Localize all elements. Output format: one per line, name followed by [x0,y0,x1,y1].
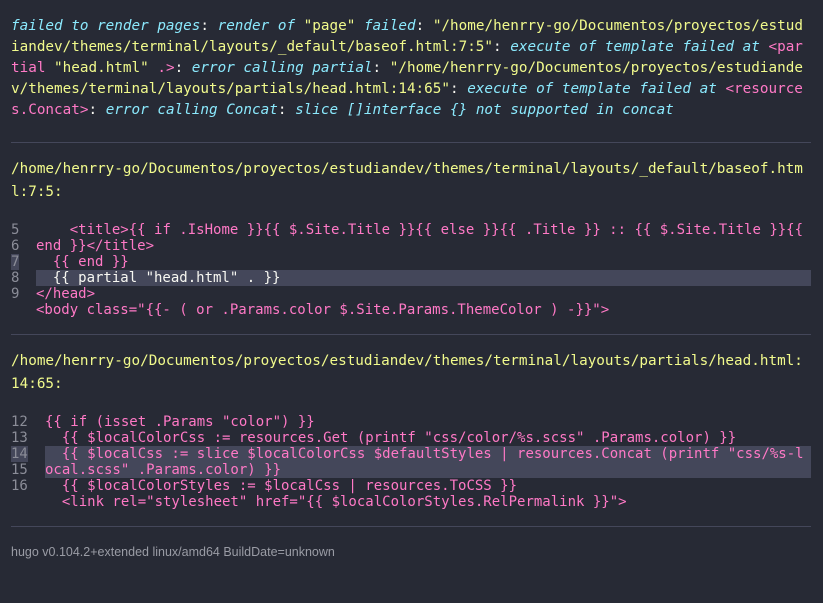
code-line: <body class="{{- ( or .Params.color $.Si… [36,302,610,318]
divider [11,142,811,143]
source-path-1: /home/henrry-go/Documentos/proyectos/est… [11,161,803,200]
code-line-highlighted: {{ $localCss := slice $localColorCss $de… [45,446,811,478]
code-block-1: 5 6 7 8 9 <title>{{ if .IsHome }}{{ $.Si… [11,222,811,318]
error-string: "head.html" [54,60,149,76]
source-path-2: /home/henrry-go/Documentos/proyectos/est… [11,353,803,392]
error-string: "page" [303,18,356,34]
error-text: slice []interface {} not supported in co… [295,102,674,118]
code-line: <title>{{ if .IsHome }}{{ $.Site.Title }… [36,222,812,254]
code-line: {{ if (isset .Params "color") }} [45,414,315,430]
error-text: execute of template failed at [467,81,717,97]
code-line: <link rel="stylesheet" href="{{ $localCo… [45,494,627,510]
code-lines: <title>{{ if .IsHome }}{{ $.Site.Title }… [36,222,811,318]
error-keyword: .> [157,60,175,76]
line-numbers: 5 6 7 8 9 [11,222,20,302]
divider [11,526,811,527]
error-text: failed to render pages [11,18,201,34]
error-page: failed to render pages: render of "page"… [0,0,823,559]
error-text: render of [217,18,296,34]
divider [11,334,811,335]
code-line: {{ end }} [36,254,129,270]
version-footer: hugo v0.104.2+extended linux/amd64 Build… [11,545,335,559]
code-block-2: 12 13 14 15 16 {{ if (isset .Params "col… [11,414,811,510]
error-text: error calling partial [191,60,373,76]
error-text: execute of template failed at [510,39,760,55]
error-text: error calling Concat [105,102,278,118]
error-text: failed [363,18,416,34]
line-numbers: 12 13 14 15 16 [11,414,28,494]
code-line-highlighted: {{ partial "head.html" . }} [36,270,811,286]
error-message: failed to render pages: render of "page"… [11,18,803,118]
code-lines: {{ if (isset .Params "color") }} {{ $loc… [45,414,811,510]
code-line: </head> [36,286,96,302]
code-line: {{ $localColorCss := resources.Get (prin… [45,430,737,446]
code-line: {{ $localColorStyles := $localCss | reso… [45,478,518,494]
